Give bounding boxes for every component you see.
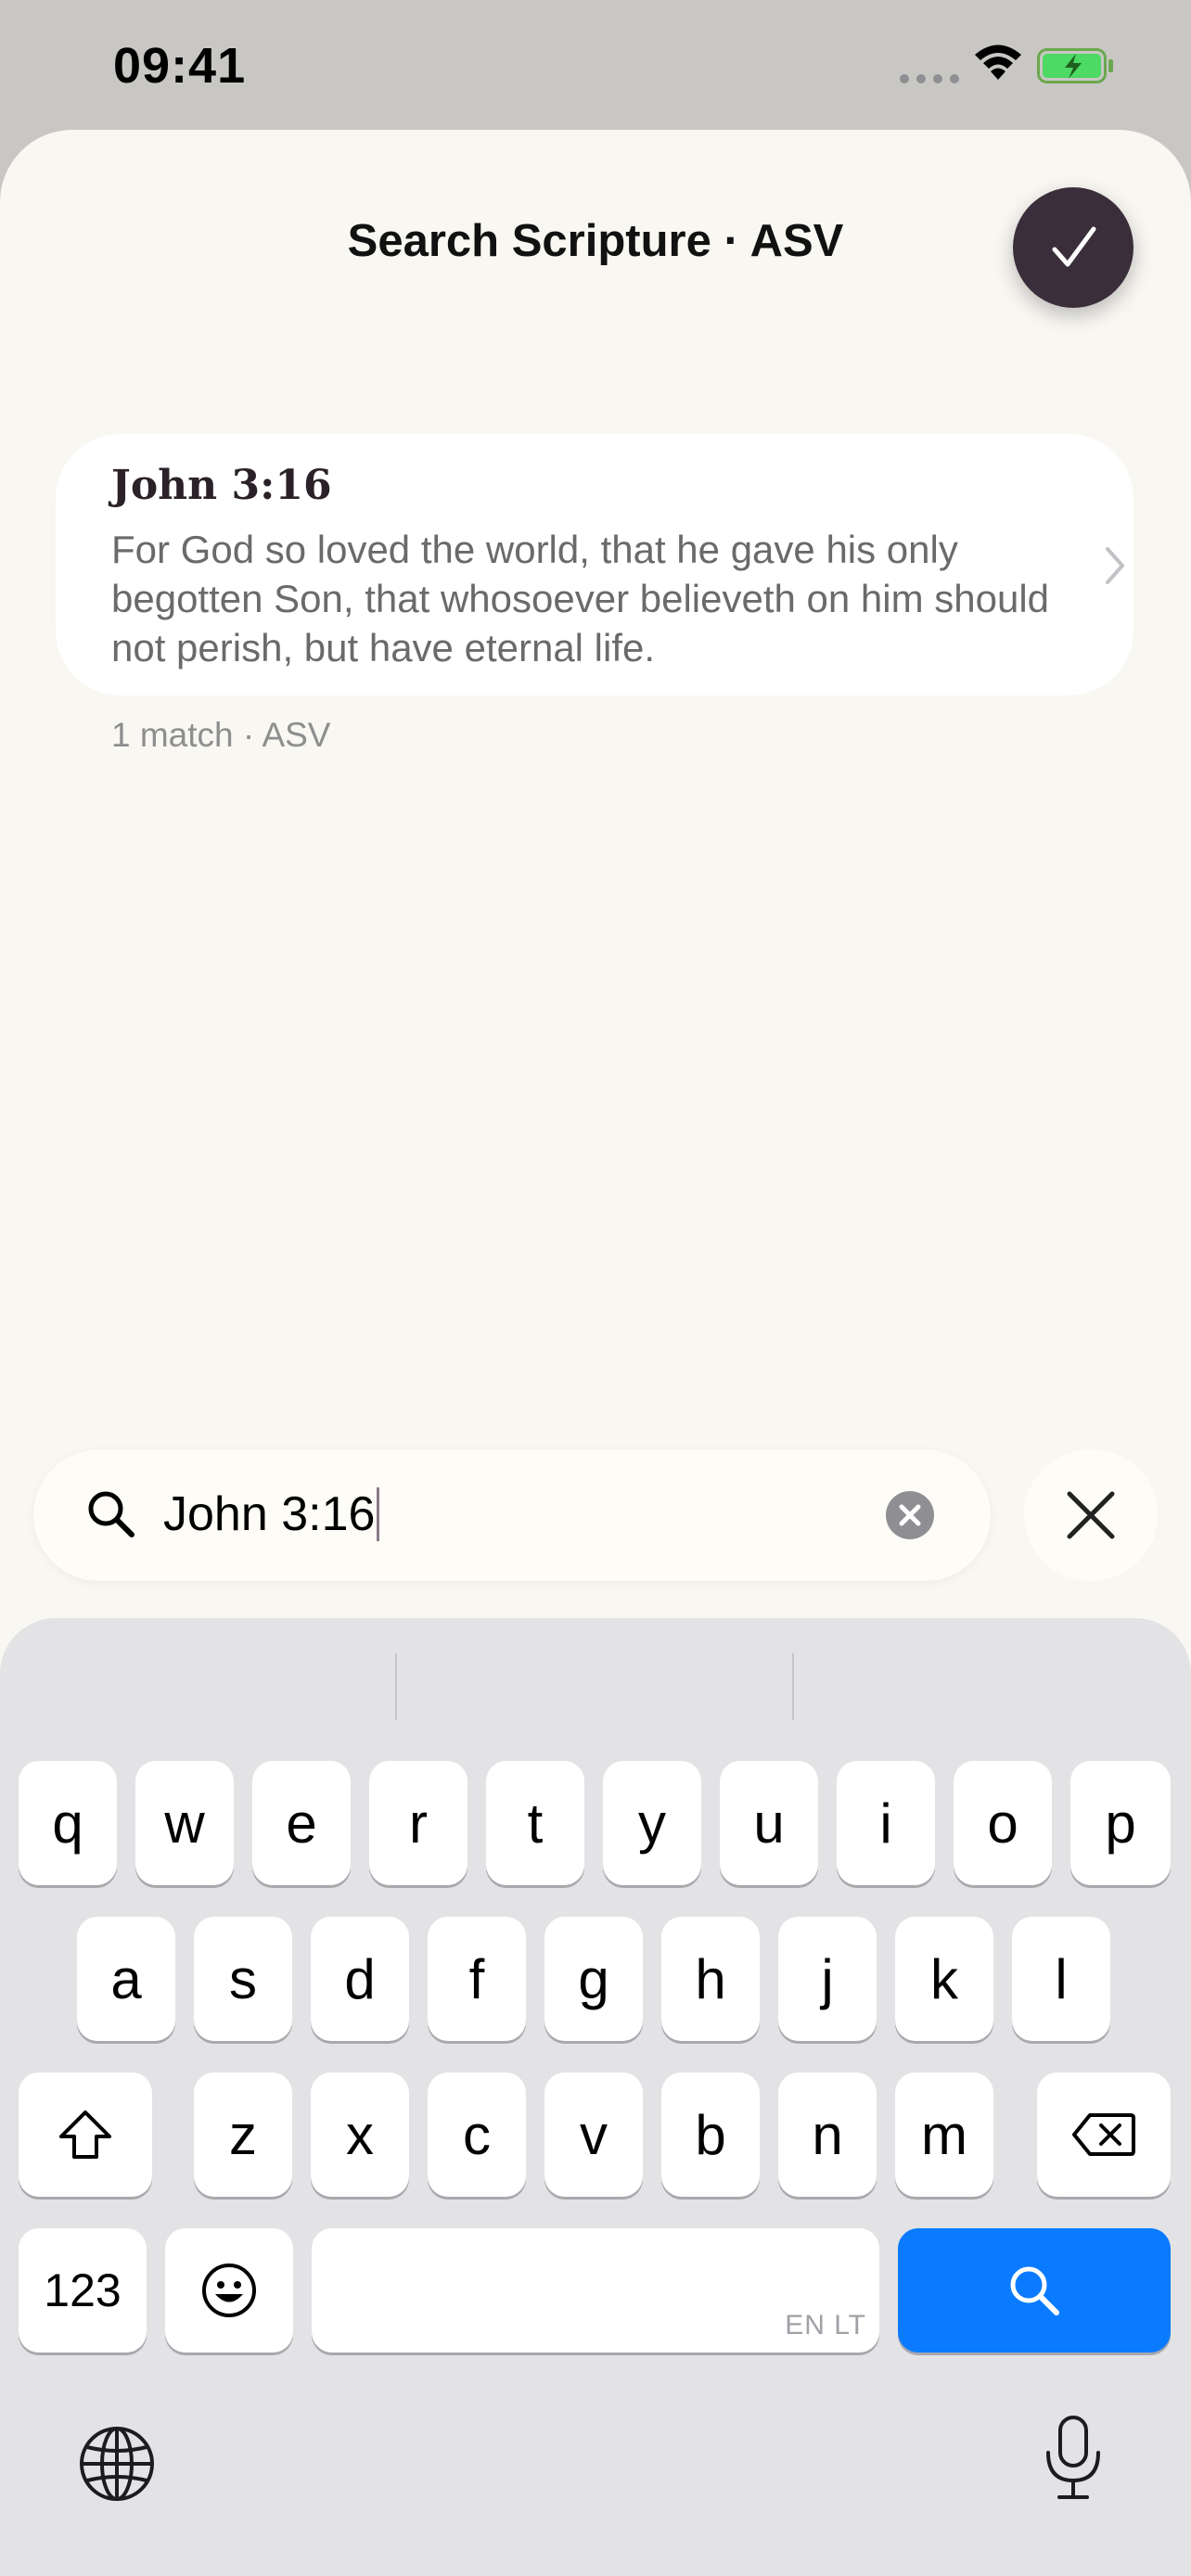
backspace-key[interactable] [1037, 2072, 1171, 2197]
key-g[interactable]: g [544, 1917, 643, 2041]
key-f[interactable]: f [428, 1917, 526, 2041]
key-u[interactable]: u [720, 1761, 818, 1885]
result-verse-text: For God so loved the world, that he gave… [111, 528, 1050, 670]
key-k[interactable]: k [895, 1917, 993, 2041]
done-button[interactable] [1013, 187, 1133, 308]
search-icon [88, 1491, 134, 1537]
shift-icon [59, 2111, 111, 2159]
key-d[interactable]: d [311, 1917, 409, 2041]
shift-key[interactable] [19, 2072, 152, 2197]
key-b[interactable]: b [661, 2072, 760, 2197]
result-reference: John 3:16 [111, 462, 332, 509]
search-field[interactable]: John 3:16 [33, 1449, 991, 1581]
key-n[interactable]: n [778, 2072, 877, 2197]
key-i[interactable]: i [837, 1761, 935, 1885]
key-x[interactable]: x [311, 2072, 409, 2197]
cellular-signal-icon [900, 74, 959, 83]
suggestion-divider [792, 1653, 794, 1720]
wifi-icon [975, 45, 1021, 80]
chevron-right-icon [1106, 547, 1124, 584]
status-bar: 09:41 [0, 0, 1191, 130]
space-key[interactable]: EN LT [312, 2228, 879, 2353]
key-h[interactable]: h [661, 1917, 760, 2041]
checkmark-icon [1052, 226, 1096, 267]
match-count: 1 match · ASV [111, 716, 331, 754]
key-a[interactable]: a [77, 1917, 175, 2041]
microphone-icon[interactable] [1043, 2414, 1104, 2503]
battery-charging-icon [1037, 48, 1113, 83]
keyboard-language-hint: EN LT [785, 2310, 866, 2340]
key-p[interactable]: p [1070, 1761, 1171, 1885]
backspace-icon [1072, 2113, 1135, 2156]
keyboard: q w e r t y u i o p a s d f g h j k l z … [0, 1618, 1191, 2576]
emoji-key[interactable] [165, 2228, 293, 2353]
key-e[interactable]: e [252, 1761, 351, 1885]
cancel-search-button[interactable] [1024, 1449, 1158, 1581]
key-y[interactable]: y [603, 1761, 701, 1885]
key-j[interactable]: j [778, 1917, 877, 2041]
text-caret [377, 1487, 380, 1541]
search-result-card[interactable]: John 3:16 For God so loved the world, th… [56, 434, 1133, 695]
key-r[interactable]: r [369, 1761, 467, 1885]
key-v[interactable]: v [544, 2072, 643, 2197]
numbers-key[interactable]: 123 [19, 2228, 147, 2353]
search-input[interactable]: John 3:16 [163, 1486, 380, 1542]
keyboard-search-key[interactable] [898, 2228, 1171, 2353]
key-t[interactable]: t [486, 1761, 584, 1885]
status-time: 09:41 [113, 38, 247, 94]
globe-icon[interactable] [78, 2425, 156, 2503]
key-m[interactable]: m [895, 2072, 993, 2197]
key-l[interactable]: l [1012, 1917, 1110, 2041]
close-icon [1067, 1491, 1115, 1539]
key-o[interactable]: o [954, 1761, 1052, 1885]
key-s[interactable]: s [194, 1917, 292, 2041]
key-c[interactable]: c [428, 2072, 526, 2197]
search-icon [1010, 2266, 1059, 2315]
clear-text-icon[interactable] [885, 1490, 935, 1540]
key-w[interactable]: w [135, 1761, 234, 1885]
suggestion-divider [395, 1653, 397, 1720]
key-z[interactable]: z [194, 2072, 292, 2197]
key-q[interactable]: q [19, 1761, 117, 1885]
search-input-text: John 3:16 [163, 1487, 376, 1541]
emoji-icon [202, 2264, 256, 2317]
